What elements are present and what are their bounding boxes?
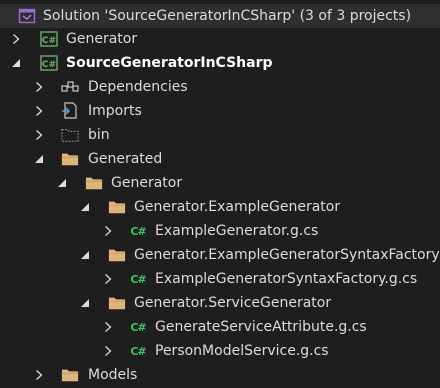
chevron-right-icon[interactable]: [103, 273, 113, 285]
tree-item-label: Generator.ExampleGenerator: [134, 199, 341, 215]
tree-item-label: Generator: [66, 31, 138, 47]
tree-item-label: GenerateServiceAttribute.g.cs: [155, 319, 367, 335]
tree-item-examplegenerator-file[interactable]: C# ExampleGenerator.g.cs: [0, 219, 440, 243]
chevron-right-icon[interactable]: [103, 225, 113, 237]
folder-icon: [108, 198, 126, 216]
tree-item-project-sourcegeneratorincsharp[interactable]: C# SourceGeneratorInCSharp: [0, 51, 440, 75]
csharp-project-icon: C#: [40, 30, 58, 48]
chevron-down-icon[interactable]: [34, 153, 44, 165]
tree-item-label: Models: [88, 367, 138, 383]
solution-icon: [18, 7, 36, 25]
tree-item-bin[interactable]: bin: [0, 123, 440, 147]
tree-item-project-generator[interactable]: C# Generator: [0, 27, 440, 51]
chevron-right-icon[interactable]: [34, 81, 44, 93]
solution-row[interactable]: Solution 'SourceGeneratorInCSharp' (3 of…: [0, 4, 440, 28]
dependencies-icon: [61, 78, 79, 96]
chevron-down-icon[interactable]: [80, 201, 90, 213]
tree-item-generator-folder[interactable]: Generator: [0, 171, 440, 195]
tree-item-label: ExampleGenerator.g.cs: [155, 223, 319, 239]
tree-item-imports[interactable]: Imports: [0, 99, 440, 123]
tree-item-examplegeneratorsyntaxfactory-file[interactable]: C# ExampleGeneratorSyntaxFactory.g.cs: [0, 267, 440, 291]
chevron-right-icon[interactable]: [34, 129, 44, 141]
imports-icon: [61, 102, 79, 120]
svg-text:C#: C#: [42, 36, 56, 46]
tree-item-label: Generated: [88, 151, 163, 167]
tree-item-generator-examplegenerator[interactable]: Generator.ExampleGenerator: [0, 195, 440, 219]
folder-icon: [85, 174, 103, 192]
folder-icon: [61, 150, 79, 168]
csharp-project-icon: C#: [40, 54, 58, 72]
tree-item-label: Generator.ExampleGeneratorSyntaxFactory: [134, 247, 440, 263]
hidden-folder-icon: [61, 126, 79, 144]
chevron-down-icon[interactable]: [57, 177, 67, 189]
tree-item-label: ExampleGeneratorSyntaxFactory.g.cs: [155, 271, 418, 287]
csharp-file-icon: C#: [130, 224, 146, 238]
tree-item-label: SourceGeneratorInCSharp: [66, 55, 273, 71]
tree-item-label: Dependencies: [88, 79, 188, 95]
folder-icon: [61, 366, 79, 384]
chevron-down-icon[interactable]: [80, 249, 90, 261]
csharp-file-icon: C#: [130, 320, 146, 334]
tree-item-dependencies[interactable]: Dependencies: [0, 75, 440, 99]
tree-item-label: Generator: [111, 175, 183, 191]
chevron-right-icon[interactable]: [34, 105, 44, 117]
chevron-right-icon[interactable]: [11, 33, 21, 45]
tree-item-generated[interactable]: Generated: [0, 147, 440, 171]
tree-item-generator-servicegenerator[interactable]: Generator.ServiceGenerator: [0, 291, 440, 315]
chevron-down-icon[interactable]: [11, 57, 21, 69]
chevron-right-icon[interactable]: [103, 321, 113, 333]
tree-item-label: Generator.ServiceGenerator: [134, 295, 332, 311]
chevron-right-icon[interactable]: [34, 369, 44, 381]
csharp-file-icon: C#: [130, 344, 146, 358]
tree-item-models[interactable]: Models: [0, 363, 440, 387]
chevron-right-icon[interactable]: [103, 345, 113, 357]
svg-text:C#: C#: [42, 60, 56, 70]
tree-item-label: PersonModelService.g.cs: [155, 343, 329, 359]
solution-explorer-tree: Solution 'SourceGeneratorInCSharp' (3 of…: [0, 0, 440, 388]
tree-item-generateserviceattribute-file[interactable]: C# GenerateServiceAttribute.g.cs: [0, 315, 440, 339]
tree-item-label: bin: [88, 127, 110, 143]
csharp-file-icon: C#: [130, 272, 146, 286]
folder-icon: [108, 294, 126, 312]
tree-item-personmodelservice-file[interactable]: C# PersonModelService.g.cs: [0, 339, 440, 363]
tree-item-generator-examplegeneratorsyntaxfactory[interactable]: Generator.ExampleGeneratorSyntaxFactory: [0, 243, 440, 267]
folder-icon: [108, 246, 126, 264]
chevron-down-icon[interactable]: [80, 297, 90, 309]
tree-item-label: Imports: [88, 103, 142, 119]
solution-label: Solution 'SourceGeneratorInCSharp' (3 of…: [43, 8, 412, 24]
